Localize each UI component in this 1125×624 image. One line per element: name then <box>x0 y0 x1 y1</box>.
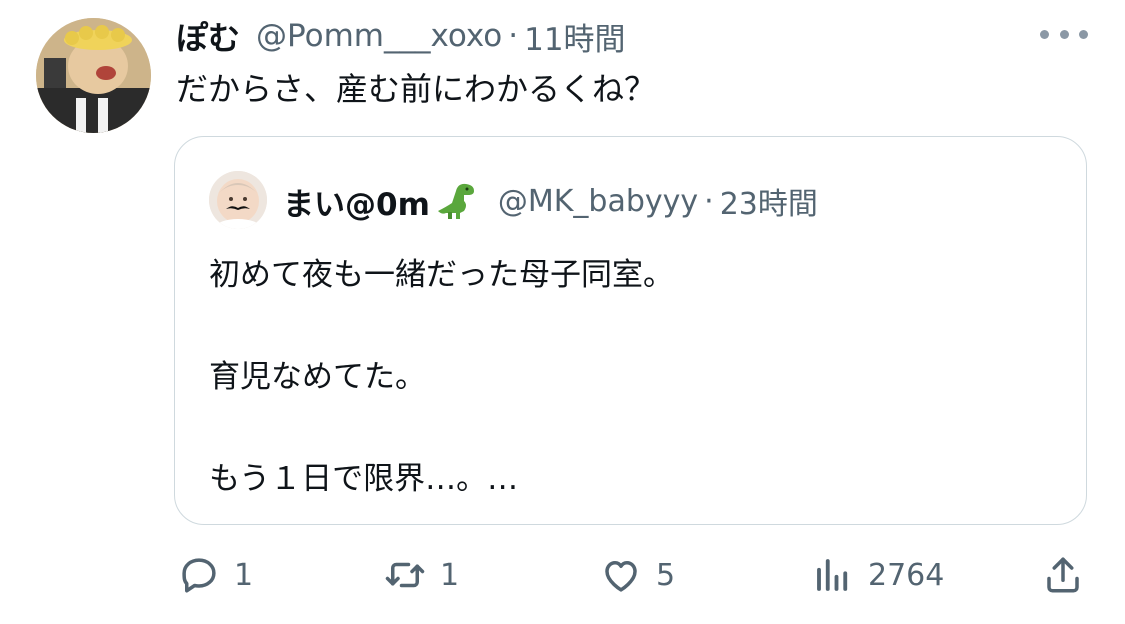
baby-avatar-image <box>209 171 267 229</box>
tweet-action-bar: 1 1 5 2764 <box>0 545 1125 605</box>
dinosaur-emoji-icon <box>434 181 480 221</box>
avatar-image <box>36 18 151 133</box>
like-button[interactable]: 5 <box>600 545 675 605</box>
quoted-author-name[interactable]: まい@0m <box>283 179 430 224</box>
heart-icon <box>605 561 637 592</box>
author-avatar[interactable] <box>36 18 151 133</box>
analytics-icon <box>817 559 848 591</box>
quoted-tweet-header: まい@0m @MK_babyyy · 23時間 <box>283 179 818 223</box>
views-button[interactable]: 2764 <box>812 545 944 605</box>
retweet-count: 1 <box>440 557 460 593</box>
quoted-line: 初めて夜も一緒だった母子同室。 <box>209 257 674 293</box>
tweet-timestamp[interactable]: 11時間 <box>524 14 625 59</box>
quoted-author-handle[interactable]: @MK_babyyy <box>498 184 698 219</box>
separator-dot: · <box>508 18 519 54</box>
view-count: 2764 <box>868 557 945 593</box>
quoted-line: 育児なめてた。 <box>209 359 426 395</box>
quoted-tweet-text: 初めて夜も一緒だった母子同室。 育児なめてた。 もう１日で限界…。… <box>209 249 674 505</box>
quoted-tweet-card[interactable]: まい@0m @MK_babyyy · 23時間 初めて夜も一緒だった母子同室。 … <box>174 136 1087 525</box>
share-button[interactable] <box>1042 545 1084 605</box>
author-handle[interactable]: @Pomm___xoxo <box>256 18 502 54</box>
quoted-author-avatar[interactable] <box>209 171 267 229</box>
separator-dot: · <box>704 183 714 219</box>
tweet-text: だからさ、産む前にわかるくね？ <box>176 70 657 108</box>
retweet-button[interactable]: 1 <box>384 545 459 605</box>
more-options-icon[interactable] <box>1040 22 1088 46</box>
reply-button[interactable]: 1 <box>178 545 253 605</box>
quoted-line: もう１日で限界…。… <box>209 461 519 497</box>
like-count: 5 <box>656 557 676 593</box>
quoted-tweet-timestamp[interactable]: 23時間 <box>720 179 818 223</box>
author-name[interactable]: ぽむ <box>176 13 240 59</box>
reply-count: 1 <box>234 557 254 593</box>
share-icon <box>1047 557 1079 593</box>
reply-icon <box>182 558 216 593</box>
tweet-header: ぽむ @Pomm___xoxo · 11時間 <box>176 14 626 58</box>
retweet-icon <box>385 562 425 588</box>
